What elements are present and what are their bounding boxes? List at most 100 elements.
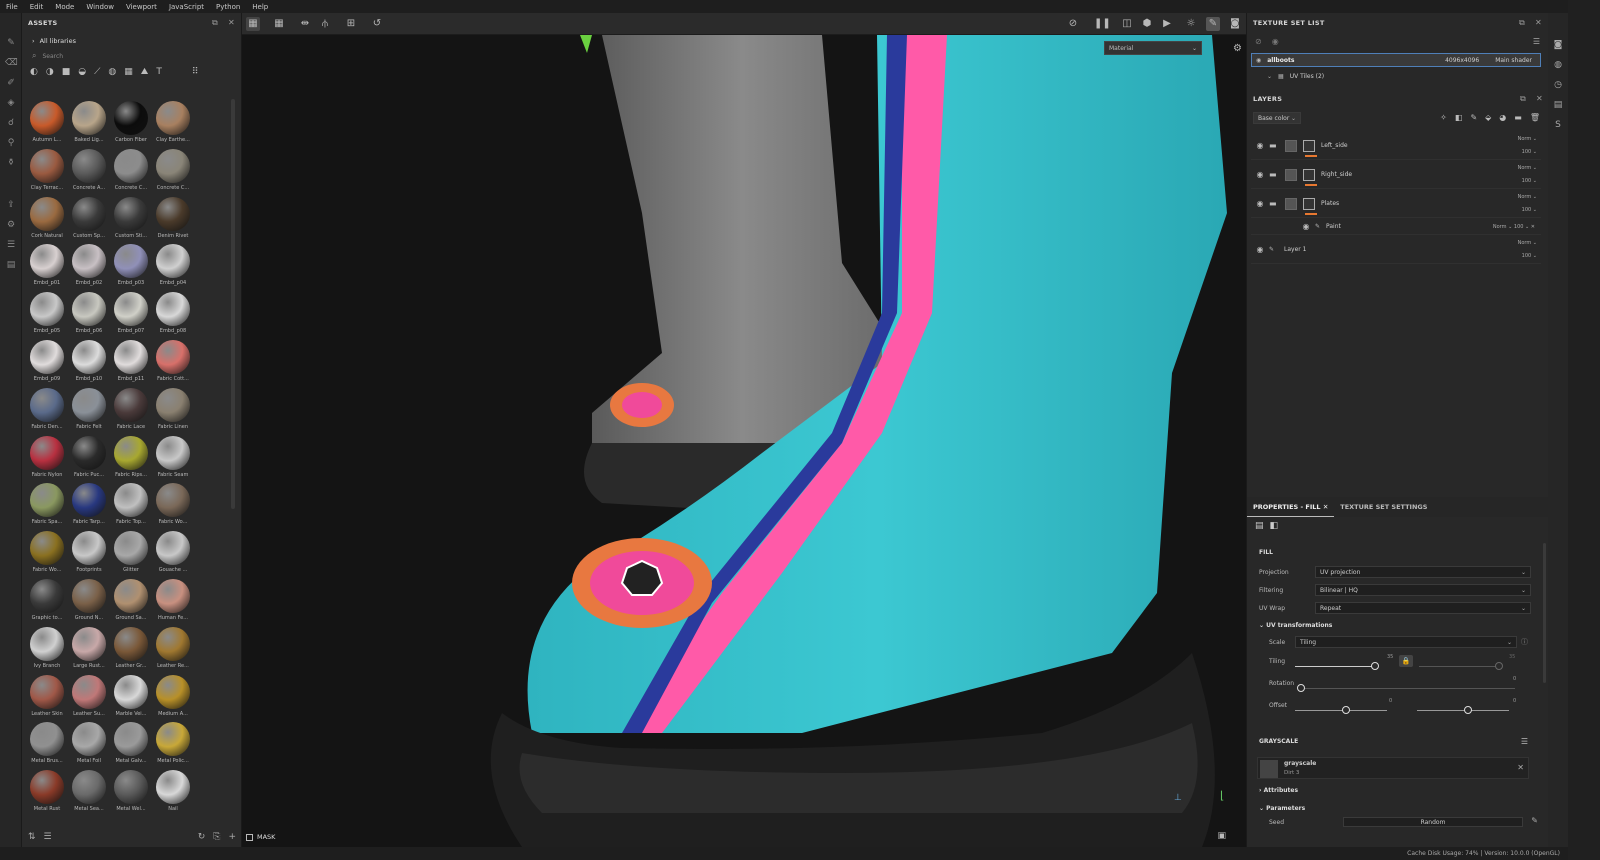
split-view-icon[interactable]: ◫ — [1120, 17, 1134, 31]
delete-icon[interactable]: 🗑 — [1530, 113, 1540, 122]
layer-blend-mode[interactable]: Norm — [1518, 194, 1532, 200]
asset-item[interactable]: Metal Sea... — [68, 768, 110, 816]
asset-item[interactable]: Metal Brus... — [26, 720, 68, 768]
close-icon[interactable]: ✕ — [1517, 763, 1524, 772]
filter-procedurals-icon[interactable]: ◍ — [108, 67, 116, 77]
smudge-icon[interactable]: ☌ — [5, 117, 17, 129]
asset-item[interactable]: Fabric Top... — [110, 481, 152, 529]
asset-item[interactable]: Fabric Wo... — [152, 481, 194, 529]
filtering-dropdown[interactable]: Bilinear | HQ ⌄ — [1315, 584, 1531, 596]
display-settings-icon[interactable]: ⚙ — [1233, 43, 1242, 54]
tiling-slider-knob[interactable] — [1371, 662, 1379, 670]
asset-item[interactable]: Ivy Branch — [26, 625, 68, 673]
offset-value[interactable]: 0 — [1389, 698, 1392, 704]
document-icon[interactable]: ▤ — [5, 259, 17, 271]
mask-add-icon[interactable]: ◧ — [1455, 113, 1463, 122]
layer-opacity[interactable]: 100 — [1522, 178, 1532, 184]
close-icon[interactable]: ✕ — [1536, 94, 1543, 104]
camera-3d-icon[interactable]: ⬢ — [1140, 17, 1154, 31]
search-input[interactable]: Search — [42, 53, 63, 60]
asset-item[interactable]: Fabric Seam — [152, 434, 194, 482]
chevron-down-icon[interactable]: ⌄ — [1267, 73, 1272, 80]
offset-slider-knob[interactable] — [1342, 706, 1350, 714]
asset-item[interactable]: Denim Rivet — [152, 195, 194, 243]
close-icon[interactable]: ✕ — [228, 18, 235, 28]
history-icon[interactable]: ↺ — [370, 17, 384, 31]
asset-item[interactable]: Autumn L... — [26, 99, 68, 147]
menu-window[interactable]: Window — [86, 3, 114, 11]
uv-transformations-header[interactable]: ⌄ UV transformations — [1259, 622, 1332, 629]
asset-item[interactable]: Fabric Nylon — [26, 434, 68, 482]
filter-alphas-icon[interactable]: ◒ — [78, 67, 86, 77]
mask-checkbox[interactable] — [246, 833, 253, 841]
rotation-slider-knob[interactable] — [1297, 684, 1305, 692]
asset-item[interactable]: Carbon Fiber — [110, 99, 152, 147]
light-icon[interactable]: ☼ — [1184, 17, 1198, 31]
undock-icon[interactable]: ⧉ — [1519, 18, 1525, 28]
asset-item[interactable]: Embd_p09 — [26, 338, 68, 386]
hide-icon[interactable]: ⊘ — [1066, 17, 1080, 31]
asset-item[interactable]: Fabric Wo... — [26, 529, 68, 577]
rotation-slider-track[interactable] — [1301, 688, 1515, 689]
asset-item[interactable]: Embd_p11 — [110, 338, 152, 386]
texture-set-shader[interactable]: Main shader — [1495, 57, 1532, 64]
layer-blend-mode[interactable]: Norm — [1518, 165, 1532, 171]
layer-row-layer-1[interactable]: ◉ ✎ Layer 1 Norm ⌄ 100 ⌄ — [1251, 236, 1541, 264]
asset-item[interactable]: Fabric Felt — [68, 386, 110, 434]
filter-grid-icon[interactable]: ▦ — [124, 67, 133, 77]
asset-item[interactable]: Leather Skin — [26, 673, 68, 721]
import-icon[interactable]: ⎘ — [213, 832, 220, 842]
layer-row-right-side[interactable]: ◉ ▬ Right_side Norm ⌄ 100 ⌄ — [1251, 161, 1541, 189]
menu-python[interactable]: Python — [216, 3, 240, 11]
eye-icon[interactable]: ◉ — [1255, 141, 1265, 150]
asset-item[interactable]: Embd_p07 — [110, 290, 152, 338]
menu-icon[interactable]: ☰ — [1533, 37, 1540, 46]
eye-icon[interactable]: ◉ — [1301, 222, 1311, 231]
asset-item[interactable]: Leather Re... — [152, 625, 194, 673]
add-icon[interactable]: + — [228, 832, 236, 842]
offset-slider-track[interactable] — [1295, 710, 1387, 711]
eye-icon[interactable]: ◉ — [1255, 199, 1265, 208]
asset-item[interactable]: Fabric Puc... — [68, 434, 110, 482]
layer-opacity[interactable]: 100 — [1522, 149, 1532, 155]
asset-item[interactable]: Fabric Linen — [152, 386, 194, 434]
filter-brushes-icon[interactable]: ⟋ — [94, 67, 100, 77]
paint-brush-icon[interactable]: ✎ — [5, 37, 17, 49]
asset-item[interactable]: Fabric Lace — [110, 386, 152, 434]
video-icon[interactable]: ▶ — [1160, 17, 1174, 31]
texture-set-row[interactable]: ◉ allboots 4096x4096 Main shader — [1251, 53, 1541, 67]
viewport[interactable]: ▦ ▦ ⇹ ⫛ ⊞ ↺ ⊘ ❚❚ ◫ ⬢ ▶ ☼ ✎ ◙ Material ⌄ … — [242, 13, 1246, 847]
properties-scrollbar[interactable] — [1543, 543, 1546, 683]
asset-item[interactable]: Fabric Cott... — [152, 338, 194, 386]
layer-row-paint[interactable]: ◉ ✎ Paint Norm ⌄ 100 ⌄ ✕ — [1251, 219, 1541, 235]
lock-icon[interactable]: 🔒 — [1399, 655, 1413, 667]
tab-properties-fill[interactable]: PROPERTIES - FILL ✕ — [1247, 498, 1335, 517]
bake-icon[interactable]: ⚙ — [5, 219, 17, 231]
eye-icon[interactable]: ◉ — [1255, 170, 1265, 179]
asset-item[interactable]: Concrete A... — [68, 147, 110, 195]
sort-icon[interactable]: ⇅ — [28, 832, 36, 842]
asset-item[interactable]: Embd_p02 — [68, 242, 110, 290]
assets-scrollbar[interactable] — [231, 99, 235, 509]
history-icon[interactable]: ◷ — [1552, 79, 1564, 91]
asset-item[interactable]: Cork Natural — [26, 195, 68, 243]
tiling-value-2[interactable]: 35 — [1509, 654, 1515, 660]
layer-blend-mode[interactable]: Norm — [1518, 136, 1532, 142]
asset-item[interactable]: Leather Gr... — [110, 625, 152, 673]
tiling-slider-track[interactable] — [1295, 666, 1375, 667]
asset-item[interactable]: Large Rust... — [68, 625, 110, 673]
asset-item[interactable]: Concrete C... — [110, 147, 152, 195]
assets-search[interactable]: ⌕ Search — [22, 49, 241, 63]
filter-environments-icon[interactable]: ⛰ — [141, 67, 149, 77]
seed-field[interactable]: Random — [1343, 817, 1523, 827]
grayscale-slot[interactable]: grayscale Dirt 3 ✕ — [1257, 757, 1529, 779]
asset-item[interactable]: Embd_p01 — [26, 242, 68, 290]
filter-smart-materials-icon[interactable]: ◑ — [46, 67, 54, 77]
asset-item[interactable]: Metal Polic... — [152, 720, 194, 768]
mask-mode-icon[interactable]: ◧ — [1270, 521, 1279, 531]
asset-item[interactable]: Baked Lig... — [68, 99, 110, 147]
asset-item[interactable]: Ground N... — [68, 577, 110, 625]
tiling-value[interactable]: 35 — [1387, 654, 1393, 660]
menu-javascript[interactable]: JavaScript — [169, 3, 204, 11]
asset-item[interactable]: Concrete C... — [152, 147, 194, 195]
